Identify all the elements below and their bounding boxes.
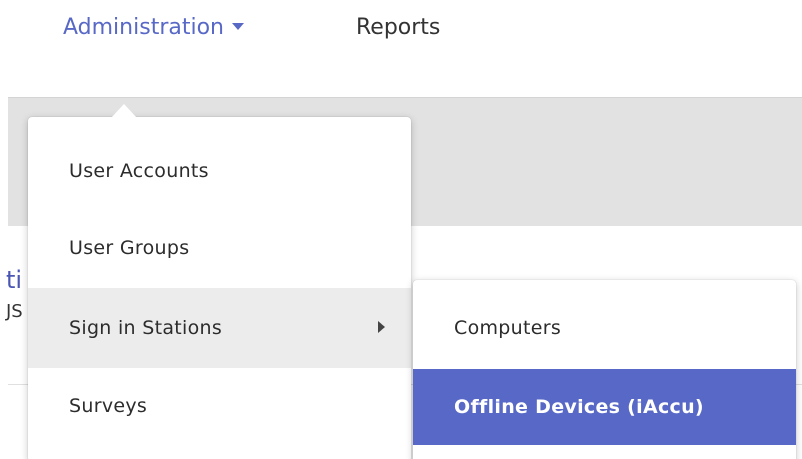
menu-item-label: User Groups [69, 237, 190, 259]
chevron-down-icon [231, 22, 244, 30]
administration-dropdown-menu: User Accounts User Groups Sign in Statio… [28, 117, 411, 459]
menu-item-sign-in-stations[interactable]: Sign in Stations [28, 288, 411, 368]
sign-in-stations-submenu: Computers Offline Devices (iAccu) [413, 280, 796, 459]
nav-administration[interactable]: Administration [63, 14, 244, 42]
nav-reports[interactable]: Reports [356, 14, 440, 42]
menu-item-user-accounts[interactable]: User Accounts [28, 133, 411, 209]
menu-item-label: Sign in Stations [69, 317, 223, 339]
submenu-item-computers[interactable]: Computers [413, 290, 796, 366]
submenu-item-offline-devices[interactable]: Offline Devices (iAccu) [413, 369, 796, 445]
submenu-item-label: Offline Devices (iAccu) [454, 396, 704, 418]
menu-item-surveys[interactable]: Surveys [28, 368, 411, 444]
menu-item-label: Surveys [69, 395, 148, 417]
submenu-item-label: Computers [454, 317, 562, 339]
partial-page-subtitle: JS [6, 301, 23, 322]
top-navigation: Administration Reports [0, 0, 802, 96]
menu-item-label: User Accounts [69, 160, 209, 182]
partial-page-title: ti [6, 266, 23, 294]
chevron-right-icon [378, 321, 385, 333]
nav-administration-label: Administration [63, 15, 224, 40]
menu-pointer-arrow [111, 104, 137, 118]
menu-item-user-groups[interactable]: User Groups [28, 210, 411, 286]
